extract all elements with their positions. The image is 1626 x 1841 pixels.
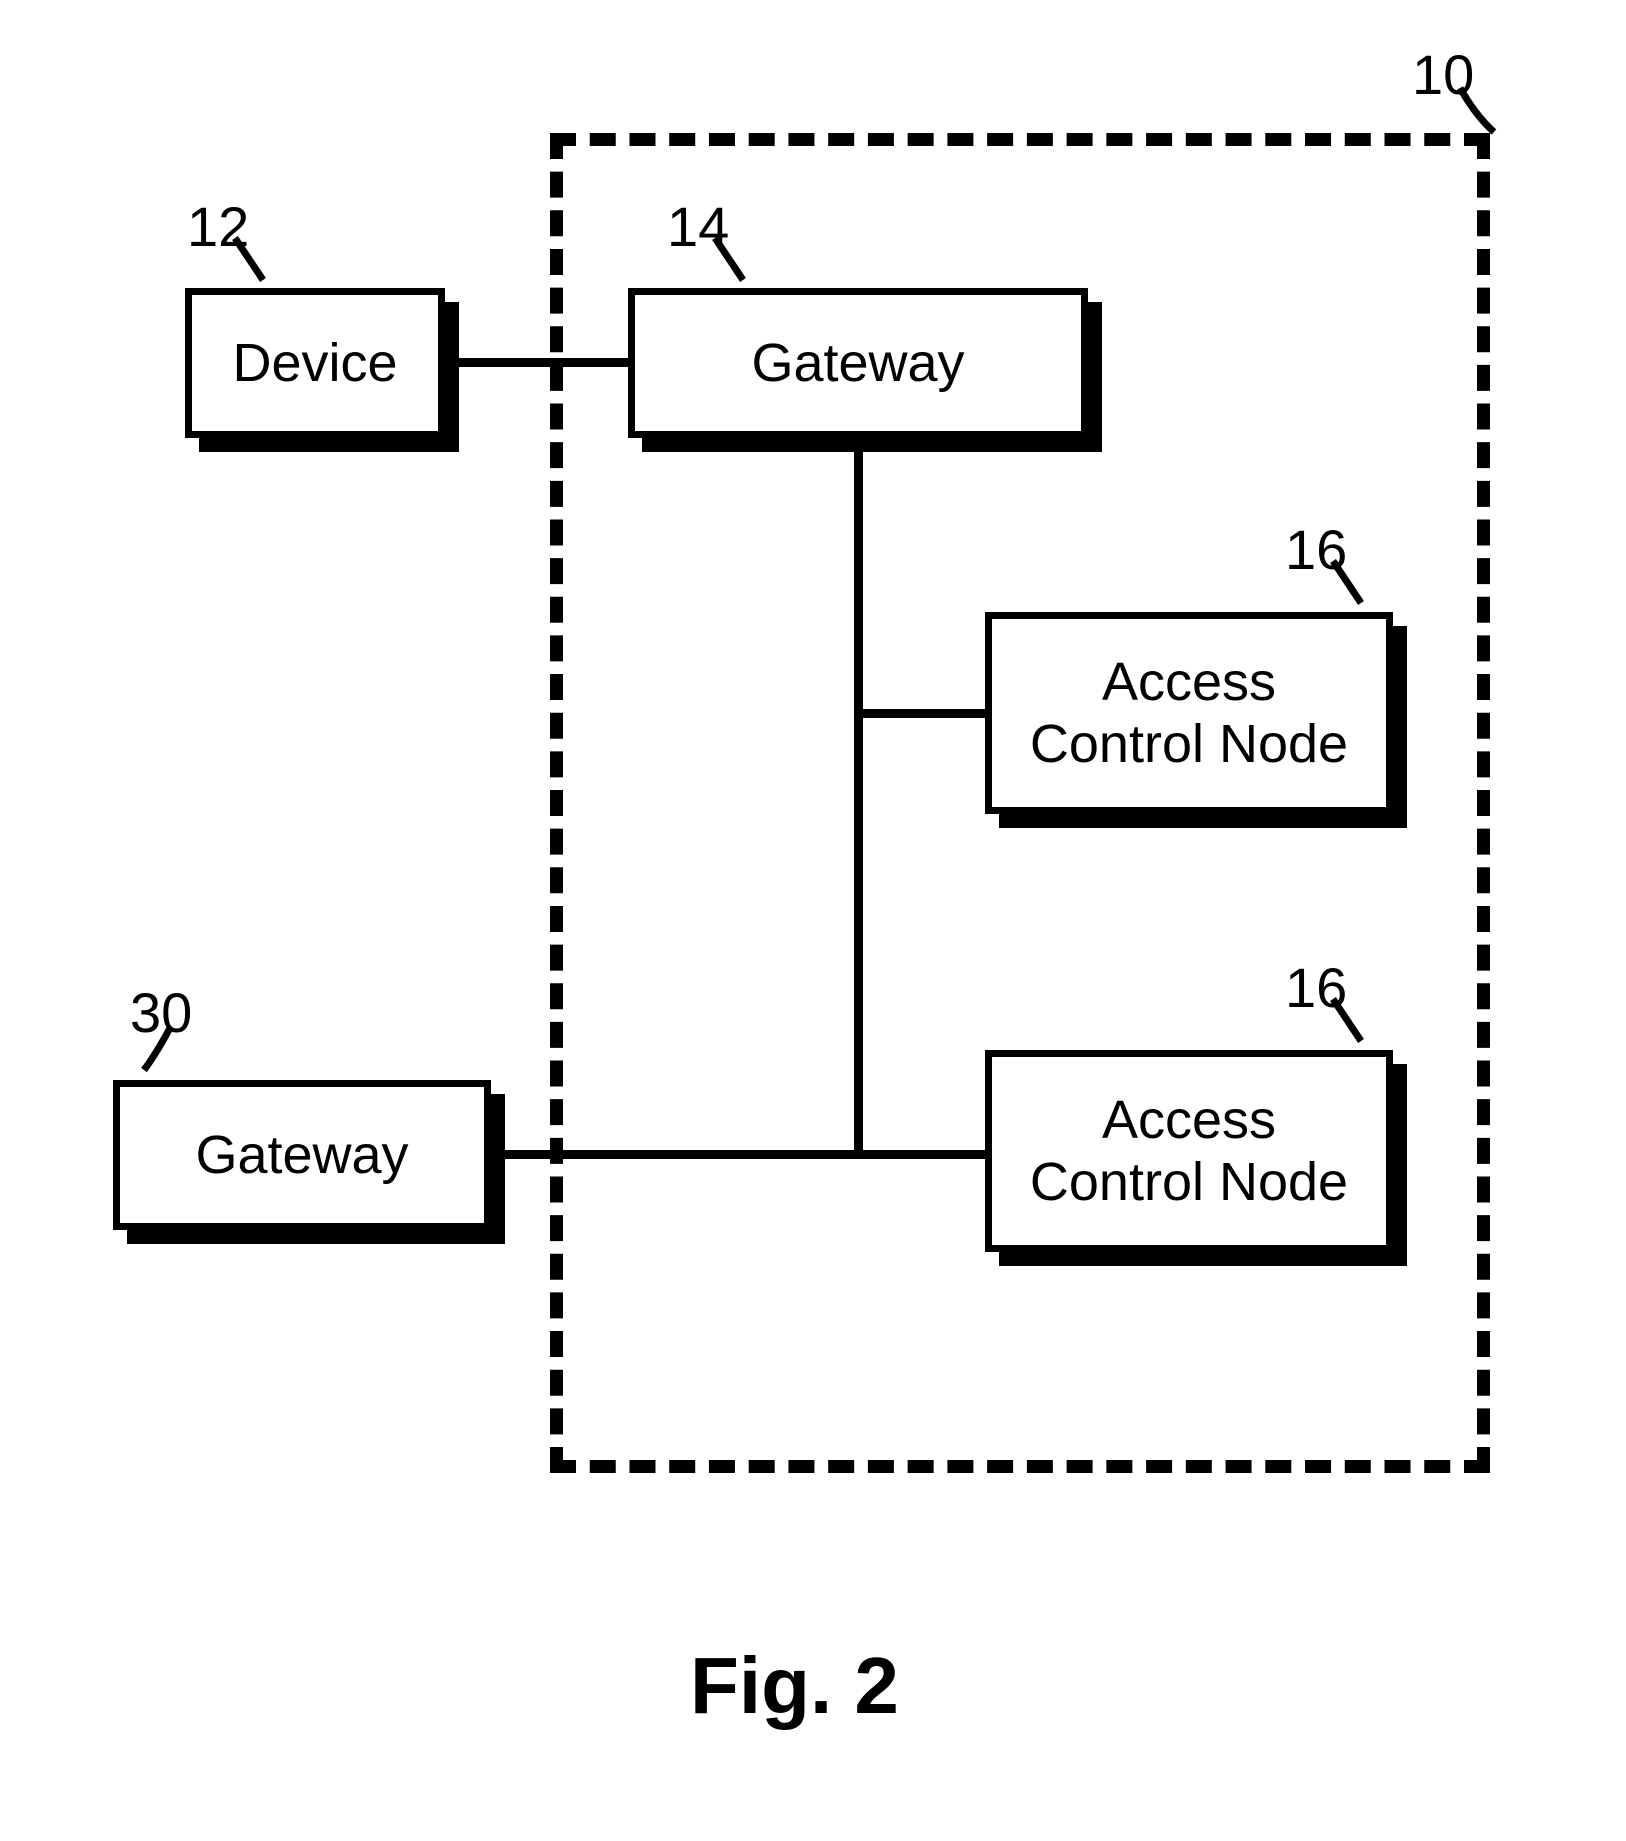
ref-label-gateway-30: 30 <box>130 980 192 1045</box>
node-label: Access Control Node <box>1030 651 1348 775</box>
node-gateway-14: Gateway <box>628 288 1088 438</box>
ref-label-acn-1: 16 <box>1285 517 1347 582</box>
ref-label-device: 12 <box>187 194 249 259</box>
connector <box>459 358 628 367</box>
node-label: Gateway <box>751 332 964 394</box>
node-acn-1: Access Control Node <box>985 612 1393 814</box>
node-label: Device <box>232 332 397 394</box>
node-device: Device <box>185 288 445 438</box>
figure-caption: Fig. 2 <box>690 1640 899 1732</box>
ref-label-acn-2: 16 <box>1285 955 1347 1020</box>
connector <box>505 1150 863 1159</box>
connector <box>854 452 863 1159</box>
node-gateway-30: Gateway <box>113 1080 491 1230</box>
connector <box>854 709 985 718</box>
connector <box>854 1150 985 1159</box>
diagram-canvas: 10 Device 12 Gateway 14 Access Control N… <box>0 0 1626 1841</box>
caption-text: Fig. 2 <box>690 1641 899 1730</box>
node-label: Gateway <box>195 1124 408 1186</box>
node-acn-2: Access Control Node <box>985 1050 1393 1252</box>
node-label: Access Control Node <box>1030 1089 1348 1213</box>
ref-label-boundary: 10 <box>1412 42 1474 107</box>
ref-label-gateway-14: 14 <box>667 194 729 259</box>
